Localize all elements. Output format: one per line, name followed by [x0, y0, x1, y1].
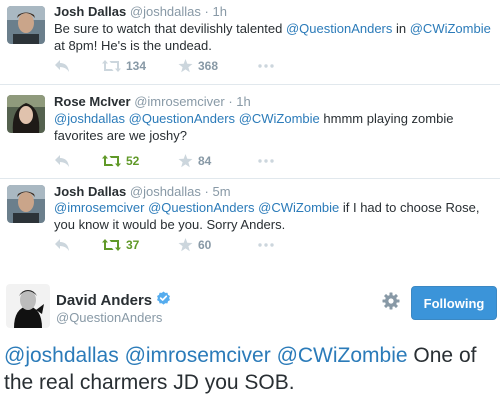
retweet-count: 37: [126, 238, 140, 252]
author-name[interactable]: Josh Dallas: [54, 184, 126, 199]
timestamp[interactable]: 1h: [213, 4, 227, 19]
separator: ·: [204, 4, 209, 19]
reply-icon: [55, 60, 69, 72]
reply-button[interactable]: [54, 237, 70, 253]
reply-icon: [55, 155, 69, 167]
tweet-text-segment: Be sure to watch that devilishly talente…: [54, 21, 286, 36]
favorite-count: 84: [198, 154, 212, 168]
avatar[interactable]: [7, 185, 45, 223]
mention-link[interactable]: @imrosemciver: [125, 344, 271, 367]
more-dots-icon: [258, 243, 274, 247]
retweet-count: 52: [126, 154, 140, 168]
tweet-text: @joshdallas @QuestionAnders @CWiZombie h…: [54, 110, 494, 144]
mention-link[interactable]: @CWiZombie: [410, 21, 491, 36]
tweet[interactable]: Josh Dallas @joshdallas · 1h Be sure to …: [0, 0, 500, 84]
author-name[interactable]: David Anders: [56, 291, 171, 310]
main-tweet-text: @joshdallas @imrosemciver @CWiZombie One…: [4, 342, 498, 396]
star-icon: [178, 238, 193, 252]
mention-link[interactable]: @joshdallas: [4, 344, 119, 367]
mention-link[interactable]: @CWiZombie: [239, 111, 320, 126]
mention-link[interactable]: @imrosemciver: [54, 200, 144, 215]
avatar[interactable]: [7, 95, 45, 133]
reply-button[interactable]: [54, 153, 70, 169]
favorite-count: 368: [198, 59, 219, 73]
avatar[interactable]: [6, 284, 50, 328]
tweet-text-segment: at 8pm! He's is the undead.: [54, 38, 212, 53]
star-icon: [178, 154, 193, 168]
retweet-button[interactable]: 52: [102, 153, 139, 169]
author-handle[interactable]: @imrosemciver: [134, 94, 224, 109]
more-dots-icon: [258, 64, 274, 68]
retweet-count: 134: [126, 59, 147, 73]
timestamp[interactable]: 1h: [236, 94, 250, 109]
tweet-text: @imrosemciver @QuestionAnders @CWiZombie…: [54, 199, 494, 233]
retweet-icon: [102, 239, 121, 251]
verified-badge-icon: [156, 291, 171, 310]
mention-link[interactable]: @QuestionAnders: [286, 21, 392, 36]
favorite-button[interactable]: 84: [178, 153, 211, 169]
separator: ·: [228, 94, 233, 109]
avatar[interactable]: [7, 6, 45, 44]
mention-link[interactable]: @CWiZombie: [258, 200, 339, 215]
retweet-icon: [102, 155, 121, 167]
tweet-text: Be sure to watch that devilishly talente…: [54, 20, 494, 54]
tweet[interactable]: Rose McIver @imrosemciver · 1h @joshdall…: [0, 84, 500, 178]
timestamp[interactable]: 5m: [213, 184, 231, 199]
reply-button[interactable]: [54, 58, 70, 74]
tweet-header: Rose McIver @imrosemciver · 1h: [54, 94, 251, 109]
gear-icon[interactable]: [381, 291, 401, 311]
favorite-count: 60: [198, 238, 212, 252]
main-tweet: David Anders @QuestionAnders Following @…: [0, 266, 500, 402]
reply-icon: [55, 239, 69, 251]
separator: ·: [204, 184, 209, 199]
tweet-header: Josh Dallas @joshdallas · 1h: [54, 4, 227, 19]
author-handle[interactable]: @joshdallas: [130, 4, 201, 19]
tweet-header: Josh Dallas @joshdallas · 5m: [54, 184, 231, 199]
mention-link[interactable]: @CWiZombie: [277, 344, 408, 367]
favorite-button[interactable]: 368: [178, 58, 218, 74]
tweet-text-segment: in: [392, 21, 410, 36]
following-button[interactable]: Following: [411, 286, 497, 320]
more-button[interactable]: [258, 58, 274, 74]
mention-link[interactable]: @joshdallas: [54, 111, 125, 126]
author-handle[interactable]: @QuestionAnders: [56, 310, 162, 325]
more-button[interactable]: [258, 237, 274, 253]
retweet-button[interactable]: 37: [102, 237, 139, 253]
author-name[interactable]: Rose McIver: [54, 94, 131, 109]
favorite-button[interactable]: 60: [178, 237, 211, 253]
author-name[interactable]: Josh Dallas: [54, 4, 126, 19]
mention-link[interactable]: @QuestionAnders: [148, 200, 254, 215]
retweet-button[interactable]: 134: [102, 58, 146, 74]
more-dots-icon: [258, 159, 274, 163]
star-icon: [178, 59, 193, 73]
mention-link[interactable]: @QuestionAnders: [129, 111, 235, 126]
author-name-text[interactable]: David Anders: [56, 292, 152, 309]
author-handle[interactable]: @joshdallas: [130, 184, 201, 199]
more-button[interactable]: [258, 153, 274, 169]
tweet[interactable]: Josh Dallas @joshdallas · 5m @imrosemciv…: [0, 178, 500, 266]
retweet-icon: [102, 60, 121, 72]
